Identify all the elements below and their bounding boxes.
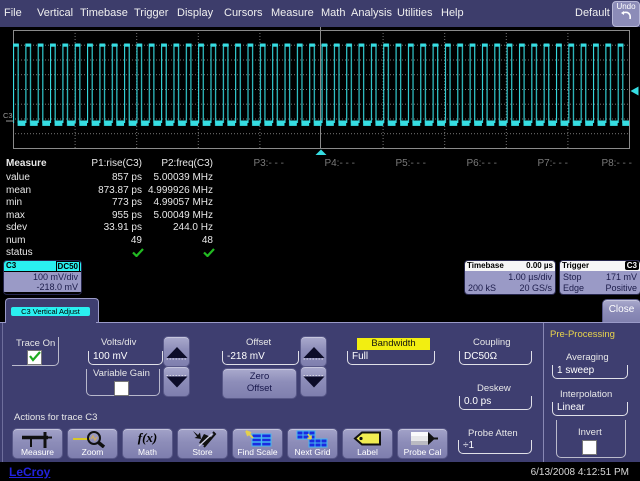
svg-text:C3: C3 (3, 111, 13, 120)
